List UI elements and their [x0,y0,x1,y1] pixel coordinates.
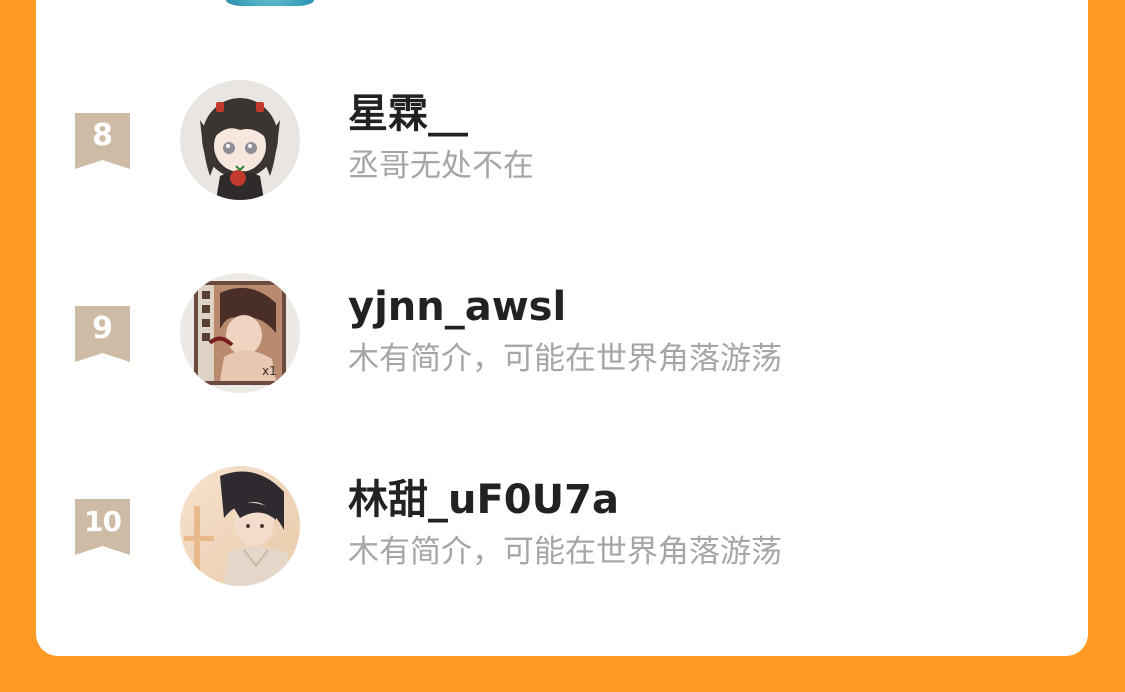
anime-girl-avatar-icon[interactable] [180,80,300,200]
ranking-row[interactable]: 10 林甜_uF0U7a 木有简介，可能在世界角落游荡 [36,466,1088,596]
ranking-row[interactable]: 9 x1 yjnn_awsl 木有简介，可能在世界角落游荡 [36,273,1088,403]
card-art-avatar-icon[interactable]: x1 [180,273,300,393]
ranking-row[interactable]: 8 星霖__ 丞哥无处不在 [36,80,1088,210]
user-name[interactable]: 星霖__ [348,90,468,138]
ranking-card: 8 星霖__ 丞哥无处不在 9 x1 yjnn_awsl 木有简介，可能在世界角… [36,0,1088,656]
rank-badge: 10 [75,499,130,555]
user-bio: 木有简介，可能在世界角落游荡 [348,341,782,377]
rank-badge: 8 [75,113,130,169]
previous-avatar-icon[interactable] [210,0,330,6]
user-name[interactable]: yjnn_awsl [348,283,566,331]
rank-badge: 9 [75,306,130,362]
user-bio: 木有简介，可能在世界角落游荡 [348,534,782,570]
user-name[interactable]: 林甜_uF0U7a [348,476,619,524]
anime-boy-avatar-icon[interactable] [180,466,300,586]
svg-text:x1: x1 [262,364,277,378]
user-bio: 丞哥无处不在 [348,148,534,184]
